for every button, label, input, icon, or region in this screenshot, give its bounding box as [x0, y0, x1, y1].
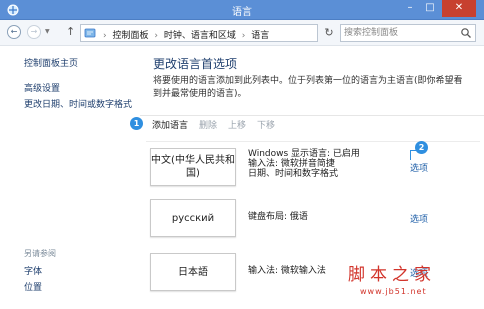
language-row[interactable]: русский 键盘布局: 俄语 选项 — [146, 193, 480, 243]
breadcrumb-separator-icon[interactable]: › — [154, 31, 158, 41]
title-bar: 语言 – □ ✕ — [0, 0, 484, 20]
forward-arrow-icon[interactable]: → — [27, 25, 41, 39]
search-box[interactable] — [340, 24, 476, 42]
minimize-icon[interactable]: – — [400, 0, 420, 17]
breadcrumb: › 控制面板 › 时钟、语言和区域 › 语言 — [100, 28, 269, 41]
add-language-button[interactable]: 添加语言 — [152, 118, 188, 131]
language-toolbar: 1 添加语言 删除 上移 下移 — [130, 115, 484, 131]
sidebar-control-panel-home[interactable]: 控制面板主页 — [24, 56, 78, 69]
language-options-link[interactable]: 选项 — [410, 161, 428, 174]
move-down-button[interactable]: 下移 — [257, 118, 275, 131]
address-bar[interactable]: › 控制面板 › 时钟、语言和区域 › 语言 ▼ — [80, 24, 391, 42]
close-icon[interactable]: ✕ — [442, 0, 476, 17]
sidebar-advanced-settings[interactable]: 高级设置 — [24, 81, 60, 94]
language-details: Windows 显示语言: 已启用 输入法: 微软拼音简捷 日期、时间和数字格式 — [248, 149, 398, 179]
breadcrumb-separator-icon[interactable]: › — [242, 31, 246, 41]
language-detail-line: 键盘布局: 俄语 — [248, 212, 308, 222]
breadcrumb-language[interactable]: 语言 — [251, 31, 269, 41]
search-icon[interactable] — [460, 27, 472, 39]
callout-badge: 1 — [130, 117, 143, 130]
move-up-button[interactable]: 上移 — [228, 118, 246, 131]
see-also-location[interactable]: 位置 — [24, 280, 42, 293]
control-panel-icon — [84, 28, 96, 38]
language-tile[interactable]: 日本語 — [150, 253, 236, 291]
watermark-url: www.jb51.net — [360, 287, 427, 296]
refresh-icon[interactable]: ↻ — [322, 24, 336, 42]
up-arrow-icon[interactable]: ↑ — [66, 25, 75, 38]
see-also-heading: 另请参阅 — [24, 249, 56, 258]
language-details: 键盘布局: 俄语 — [248, 212, 398, 222]
language-detail-line: 日期、时间和数字格式 — [248, 169, 339, 179]
search-input[interactable] — [344, 26, 454, 40]
remove-language-button[interactable]: 删除 — [199, 118, 217, 131]
sidebar-change-date-time-format[interactable]: 更改日期、时间或数字格式 — [24, 97, 132, 110]
breadcrumb-control-panel[interactable]: 控制面板 — [112, 31, 148, 41]
page-title: 更改语言首选项 — [153, 57, 238, 71]
breadcrumb-clock-language-region[interactable]: 时钟、语言和区域 — [164, 31, 236, 41]
sidebar: 控制面板主页 高级设置 更改日期、时间或数字格式 另请参阅 字体 位置 — [0, 47, 140, 309]
site-watermark: 脚本之家 www.jb51.net — [348, 260, 480, 306]
language-tile[interactable]: русский — [150, 199, 236, 237]
language-detail-line: 输入法: 微软拼音简捷 — [248, 159, 335, 169]
language-options-link[interactable]: 选项 — [410, 212, 428, 225]
navigation-bar: ← → ▼ ↑ › 控制面板 › 时钟、语言和区域 › 语言 ▼ ↻ — [0, 20, 484, 46]
language-tile[interactable]: 中文(中华人民共和国) — [150, 148, 236, 186]
page-description: 将要使用的语言添加到此列表中。位于列表第一位的语言为主语言(即你希望看到并最常使… — [153, 76, 463, 99]
recent-pages-dropdown-icon[interactable]: ▼ — [45, 28, 50, 35]
see-also-fonts[interactable]: 字体 — [24, 264, 42, 277]
watermark-text: 脚本之家 — [348, 265, 436, 285]
maximize-icon[interactable]: □ — [420, 0, 440, 17]
language-detail-line: Windows 显示语言: 已启用 — [248, 149, 360, 159]
callout-badge: 2 — [415, 141, 428, 154]
back-arrow-icon[interactable]: ← — [7, 25, 21, 39]
breadcrumb-separator-icon: › — [103, 31, 107, 41]
language-row[interactable]: 中文(中华人民共和国) Windows 显示语言: 已启用 输入法: 微软拼音简… — [146, 141, 480, 191]
